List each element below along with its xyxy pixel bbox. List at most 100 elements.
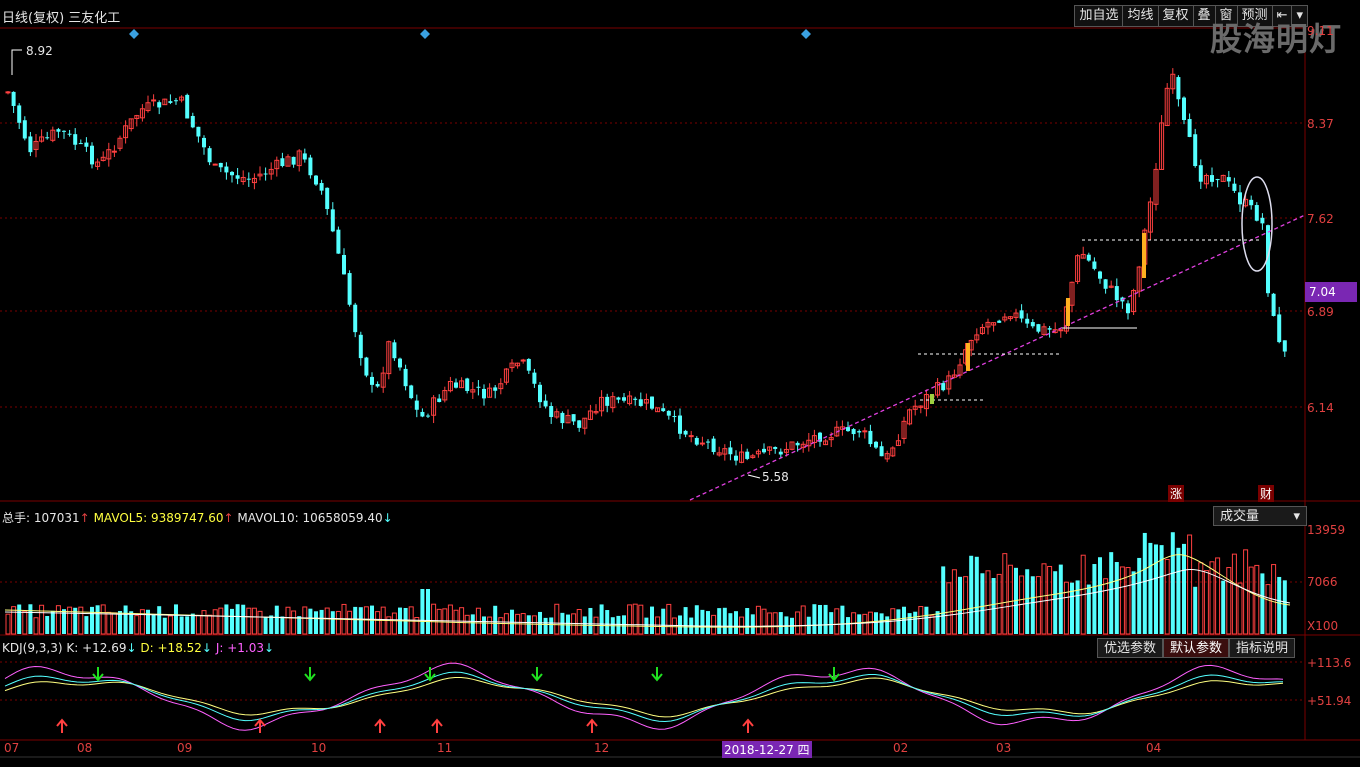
volume-bar xyxy=(1035,576,1041,635)
candle-body xyxy=(773,447,778,449)
candle-body xyxy=(218,162,223,168)
volume-bar xyxy=(5,613,11,635)
buy-arrow-icon xyxy=(374,718,386,733)
volume-bar xyxy=(1159,545,1164,634)
candle-body xyxy=(364,357,369,376)
volume-bar xyxy=(95,605,100,634)
candle-body xyxy=(1047,328,1052,330)
volume-bar xyxy=(969,555,974,634)
candle-body xyxy=(5,91,11,94)
volume-bar xyxy=(134,615,140,635)
volume-bar xyxy=(958,576,962,634)
trend-line xyxy=(689,214,1306,501)
candle-body xyxy=(73,134,78,145)
volume-bar xyxy=(924,606,929,634)
volume-bar xyxy=(207,614,213,635)
volume-bar xyxy=(711,614,717,635)
kdj-tick: +113.6 xyxy=(1307,656,1352,670)
volume-bar xyxy=(874,612,878,634)
volume-bar xyxy=(913,611,918,634)
candle-body xyxy=(1187,119,1192,137)
add-watchlist-button[interactable]: 加自选 xyxy=(1074,5,1124,27)
candle-body xyxy=(633,398,638,400)
x-tick: 07 xyxy=(4,741,20,755)
min-price-pointer xyxy=(747,474,761,479)
volume-bar xyxy=(302,606,308,635)
candle-body xyxy=(1277,314,1282,343)
volume-bar xyxy=(918,606,924,635)
diamond-marker xyxy=(420,29,430,39)
volume-bar xyxy=(605,610,610,634)
optimize-params-button[interactable]: 优选参数 xyxy=(1097,638,1164,658)
default-params-button[interactable]: 默认参数 xyxy=(1163,638,1230,658)
candle-body xyxy=(1238,192,1242,205)
candle-body xyxy=(1058,329,1064,332)
volume-bar xyxy=(767,612,773,635)
volume-bar xyxy=(358,607,363,634)
marker-zhang[interactable]: 涨 xyxy=(1168,485,1185,502)
volume-bar xyxy=(1041,563,1047,635)
volume-bar xyxy=(1260,573,1265,634)
chevron-down-icon: ▾ xyxy=(1293,509,1300,524)
price-tick: 9.11 xyxy=(1307,24,1334,38)
candle-body xyxy=(111,150,117,153)
volume-bar xyxy=(55,605,61,635)
candle-body xyxy=(280,158,285,167)
indicator-dropdown[interactable]: 成交量 ▾ xyxy=(1213,506,1307,526)
candle-body xyxy=(347,273,352,305)
volume-bar xyxy=(1025,569,1030,634)
price-tick: 7.62 xyxy=(1307,212,1334,226)
volume-bar xyxy=(683,607,688,634)
volume-bar xyxy=(991,578,996,634)
volume-bar xyxy=(896,609,901,634)
volume-bar xyxy=(1137,557,1142,634)
candle-body xyxy=(168,101,173,103)
candle-body xyxy=(616,397,621,400)
candle-body xyxy=(454,382,458,388)
candle-body xyxy=(325,187,330,210)
highlight-candle xyxy=(1066,298,1070,326)
candle-body xyxy=(683,430,688,435)
candle-body xyxy=(762,448,766,453)
volume-bar xyxy=(1109,552,1114,634)
candle-body xyxy=(375,383,380,387)
volume-bar xyxy=(22,610,28,635)
volume-bar xyxy=(447,604,453,635)
volume-bar xyxy=(800,605,806,635)
indicator-help-button[interactable]: 指标说明 xyxy=(1229,638,1296,658)
volume-bar xyxy=(1198,562,1204,635)
volume-bar xyxy=(1030,576,1035,634)
volume-bar xyxy=(263,616,268,634)
volume-bar xyxy=(1098,557,1102,634)
highlight-candle xyxy=(1142,233,1146,278)
candle-body xyxy=(11,91,16,106)
candle-body xyxy=(688,435,694,438)
volume-bar xyxy=(862,613,868,635)
buy-arrow-icon xyxy=(56,718,68,733)
volume-bar xyxy=(280,616,285,634)
volume-bar xyxy=(246,607,252,635)
volume-bar xyxy=(291,610,297,635)
candle-body xyxy=(734,455,738,461)
volume-bar xyxy=(907,613,912,634)
ma-button[interactable]: 均线 xyxy=(1122,5,1159,27)
candle-body xyxy=(1215,179,1220,181)
candle-body xyxy=(1210,175,1214,182)
candle-body xyxy=(868,430,873,445)
volume-bar xyxy=(879,613,884,634)
candle-body xyxy=(45,137,50,139)
volume-bar xyxy=(1221,580,1226,634)
candle-body xyxy=(224,166,229,173)
candle-body xyxy=(185,94,190,119)
candle-body xyxy=(336,229,341,254)
volume-bar xyxy=(1215,557,1221,635)
volume-bar xyxy=(308,608,313,634)
volume-bar xyxy=(224,604,229,634)
x-tick: 03 xyxy=(996,741,1012,755)
volume-bar xyxy=(190,613,195,634)
kdj-j-line xyxy=(4,662,1284,731)
candle-body xyxy=(196,126,201,137)
marker-cai[interactable]: 财 xyxy=(1258,485,1275,502)
volume-bar xyxy=(549,617,554,634)
adjust-button[interactable]: 复权 xyxy=(1157,5,1194,27)
